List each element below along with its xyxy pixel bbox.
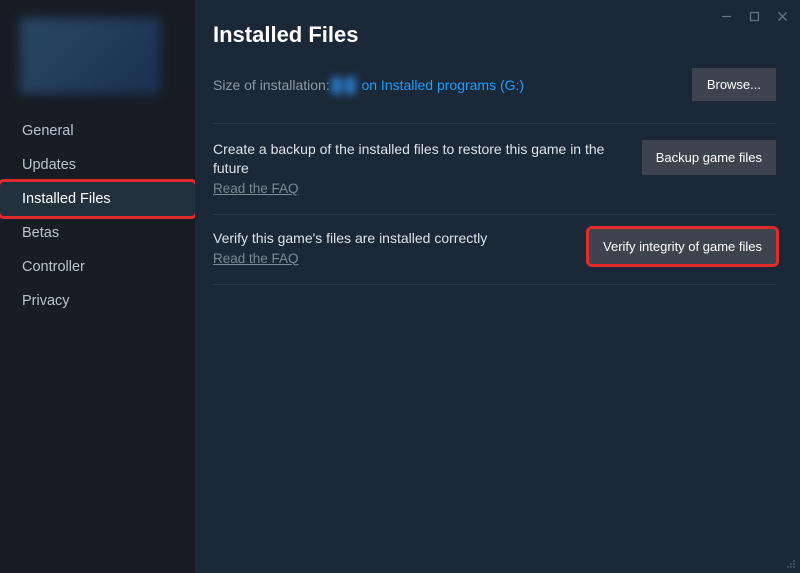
backup-section: Create a backup of the installed files t…: [213, 140, 776, 215]
resize-grip-icon[interactable]: [784, 557, 797, 570]
browse-button[interactable]: Browse...: [692, 68, 776, 101]
verify-faq-link[interactable]: Read the FAQ: [213, 251, 299, 266]
sidebar-item-general[interactable]: General: [0, 114, 195, 148]
backup-game-files-button[interactable]: Backup game files: [642, 140, 776, 175]
backup-text: Create a backup of the installed files t…: [213, 140, 642, 198]
install-size-label: Size of installation:: [213, 77, 330, 93]
close-button[interactable]: [768, 4, 796, 28]
verify-integrity-button[interactable]: Verify integrity of game files: [589, 229, 776, 264]
sidebar-nav: General Updates Installed Files Betas Co…: [0, 114, 195, 318]
sidebar: General Updates Installed Files Betas Co…: [0, 0, 195, 573]
minimize-button[interactable]: [712, 4, 740, 28]
maximize-button[interactable]: [740, 4, 768, 28]
sidebar-item-installed-files[interactable]: Installed Files: [0, 182, 195, 216]
sidebar-item-privacy[interactable]: Privacy: [0, 284, 195, 318]
sidebar-item-betas[interactable]: Betas: [0, 216, 195, 250]
game-thumbnail: [20, 18, 160, 94]
verify-section: Verify this game's files are installed c…: [213, 229, 776, 285]
install-size-row: Size of installation: █ █ on Installed p…: [213, 68, 776, 101]
page-title: Installed Files: [213, 22, 776, 48]
verify-text: Verify this game's files are installed c…: [213, 229, 589, 268]
sidebar-item-updates[interactable]: Updates: [0, 148, 195, 182]
verify-description: Verify this game's files are installed c…: [213, 229, 575, 248]
divider: [213, 123, 776, 124]
window-controls: [712, 0, 800, 28]
backup-faq-link[interactable]: Read the FAQ: [213, 181, 299, 196]
install-size-value: █ █: [332, 77, 356, 93]
backup-description: Create a backup of the installed files t…: [213, 140, 628, 178]
main-panel: Installed Files Size of installation: █ …: [195, 0, 800, 573]
install-drive-label: on Installed programs (G:): [361, 77, 524, 93]
sidebar-item-controller[interactable]: Controller: [0, 250, 195, 284]
